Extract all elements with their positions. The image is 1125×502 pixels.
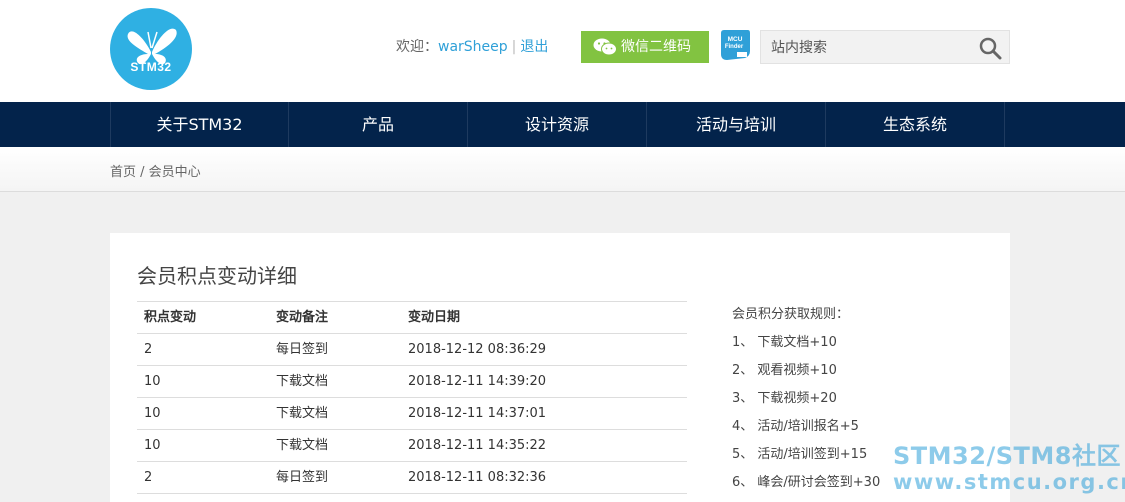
welcome-area: 欢迎：warSheep | 退出: [396, 38, 548, 56]
points-cell: 2: [144, 470, 153, 485]
mcu-finder-text-2: Finder: [725, 44, 744, 50]
table-header-row: 积点变动 变动备注 变动日期: [137, 302, 687, 334]
note-cell: 下载文档: [276, 406, 329, 421]
points-cell: 10: [144, 374, 161, 389]
breadcrumb-bar: 首页 / 会员中心: [0, 147, 1125, 192]
points-cell: 10: [144, 406, 161, 421]
mcu-finder-icon[interactable]: MCU Finder: [719, 29, 751, 61]
note-cell: 每日签到: [276, 470, 329, 485]
points-cell: 10: [144, 438, 161, 453]
search-icon[interactable]: [978, 36, 1002, 60]
points-cell: 2: [144, 342, 153, 357]
rule-item: 4、 活动/培训报名+5: [732, 419, 859, 434]
rule-item: 5、 活动/培训签到+15: [732, 447, 868, 462]
logo-text: STM32: [130, 60, 172, 74]
nav-item-products[interactable]: 产品: [289, 102, 468, 147]
nav-item-about[interactable]: 关于STM32: [110, 102, 289, 147]
watermark-line-1: STM32/STM8社区: [893, 442, 1121, 470]
nav-item-ecosystem[interactable]: 生态系统: [826, 102, 1005, 147]
wechat-label: 微信二维码: [621, 39, 691, 55]
points-table: 积点变动 变动备注 变动日期 2 每日签到 2018-12-12 08:36:2…: [137, 301, 687, 494]
main-nav: 关于STM32 产品 设计资源 活动与培训 生态系统: [0, 102, 1125, 147]
site-watermark: STM32/STM8社区 www.stmcu.org.cn: [893, 442, 1125, 494]
note-cell: 下载文档: [276, 374, 329, 389]
welcome-label: 欢迎：: [396, 39, 438, 55]
date-cell: 2018-12-11 08:32:36: [408, 470, 547, 485]
column-header-note: 变动备注: [276, 310, 329, 325]
date-cell: 2018-12-11 14:39:20: [408, 374, 547, 389]
wechat-qrcode-button[interactable]: 微信二维码: [581, 31, 709, 63]
table-row: 10 下载文档 2018-12-11 14:39:20: [137, 366, 687, 398]
note-cell: 下载文档: [276, 438, 329, 453]
site-header: STM32 欢迎：warSheep | 退出 微信二维码 MCU Finder: [0, 0, 1125, 102]
nav-item-events-training[interactable]: 活动与培训: [647, 102, 826, 147]
rule-item: 3、 下载视频+20: [732, 391, 837, 406]
stm32-logo[interactable]: STM32: [110, 8, 192, 90]
butterfly-icon: [127, 28, 177, 65]
table-row: 10 下载文档 2018-12-11 14:35:22: [137, 430, 687, 462]
table-row: 2 每日签到 2018-12-11 08:32:36: [137, 462, 687, 494]
date-cell: 2018-12-11 14:37:01: [408, 406, 547, 421]
separator: |: [511, 39, 517, 55]
table-row: 10 下载文档 2018-12-11 14:37:01: [137, 398, 687, 430]
search-box: [760, 30, 1010, 64]
page-title: 会员积点变动详细: [137, 264, 297, 288]
rule-item: 6、 峰会/研讨会签到+30: [732, 475, 881, 490]
nav-item-design-resources[interactable]: 设计资源: [468, 102, 647, 147]
rule-item: 1、 下载文档+10: [732, 335, 837, 350]
username-link[interactable]: warSheep: [438, 39, 508, 55]
note-cell: 每日签到: [276, 342, 329, 357]
date-cell: 2018-12-11 14:35:22: [408, 438, 547, 453]
date-cell: 2018-12-12 08:36:29: [408, 342, 547, 357]
wechat-icon: [593, 38, 617, 56]
watermark-line-2: www.stmcu.org.cn: [893, 470, 1125, 494]
search-input[interactable]: [771, 37, 971, 59]
column-header-points: 积点变动: [144, 310, 197, 325]
mcu-finder-text-1: MCU: [728, 36, 743, 43]
table-row: 2 每日签到 2018-12-12 08:36:29: [137, 334, 687, 366]
points-rules: 会员积分获取规则： 1、 下载文档+10 2、 观看视频+10 3、 下载视频+…: [732, 305, 880, 501]
points-panel: 会员积点变动详细 积点变动 变动备注 变动日期 2 每日签到 2018-12-1…: [110, 233, 1010, 502]
rules-title: 会员积分获取规则：: [732, 307, 850, 322]
breadcrumb[interactable]: 首页 / 会员中心: [110, 161, 201, 180]
logout-link[interactable]: 退出: [520, 39, 548, 55]
column-header-date: 变动日期: [408, 310, 461, 325]
rule-item: 2、 观看视频+10: [732, 363, 837, 378]
